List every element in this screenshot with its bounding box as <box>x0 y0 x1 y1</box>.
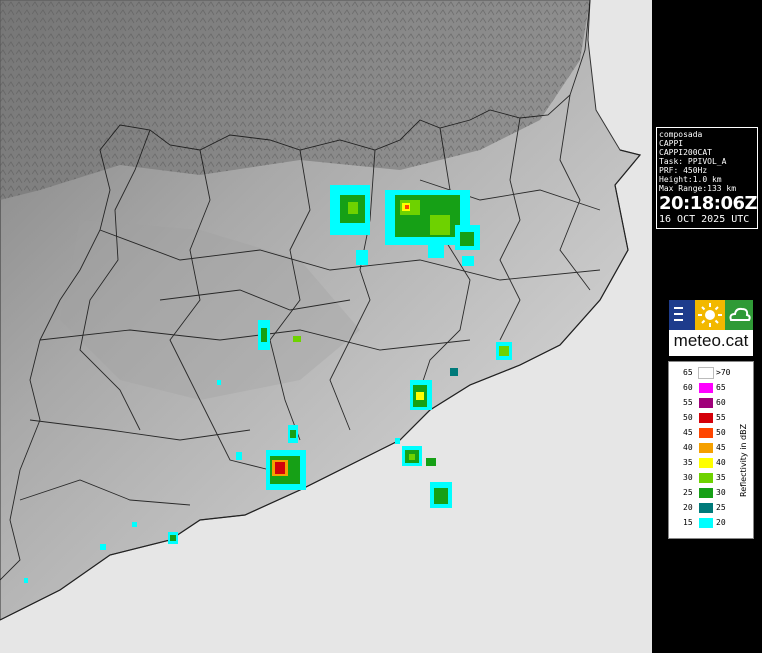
legend-high-label: 30 <box>716 488 726 497</box>
radar-map[interactable] <box>0 0 652 653</box>
info-line-task: Task: PPIVOL_A <box>659 157 727 166</box>
legend-high-label: 45 <box>716 443 726 452</box>
legend-swatch <box>698 367 714 379</box>
legend-low-label: 35 <box>683 458 693 467</box>
legend-low-label: 60 <box>683 383 693 392</box>
legend-high-label: 20 <box>716 518 726 527</box>
legend-swatch <box>699 473 713 483</box>
legend-low-label: 15 <box>683 518 693 527</box>
legend-swatch <box>699 413 713 423</box>
info-line-name: CAPPI200CAT <box>659 148 712 157</box>
legend-swatch <box>699 383 713 393</box>
legend-swatch <box>699 458 713 468</box>
sun-icon <box>695 300 725 330</box>
cloud-icon <box>725 300 753 330</box>
map-canvas <box>0 0 642 621</box>
radar-date: 16 OCT 2025 UTC <box>659 214 750 225</box>
radar-time: 20:18:06Z <box>659 193 758 214</box>
logo-text: meteo.cat <box>673 331 749 350</box>
reflectivity-legend: 65 >70 60 65 55 60 50 55 45 50 40 45 35 40 30 35 25 30 20 2… <box>668 361 754 539</box>
legend-low-label: 20 <box>683 503 693 512</box>
info-sidebar: composada CAPPI CAPPI200CAT Task: PPIVOL… <box>652 0 762 653</box>
legend-low-label: 40 <box>683 443 693 452</box>
legend-high-label: 35 <box>716 473 726 482</box>
info-line-height: Height:1.0 km <box>659 175 722 184</box>
legend-title: Reflectivity in dBZ <box>739 423 748 497</box>
legend-swatch <box>699 503 713 513</box>
legend-low-label: 50 <box>683 413 693 422</box>
info-line-prf: PRF: 450Hz <box>659 166 708 175</box>
legend-low-label: 65 <box>683 368 693 377</box>
legend-high-label: 65 <box>716 383 726 392</box>
radar-info-box: composada CAPPI CAPPI200CAT Task: PPIVOL… <box>656 127 758 229</box>
legend-swatch <box>699 518 713 528</box>
legend-low-label: 25 <box>683 488 693 497</box>
legend-high-label: 50 <box>716 428 726 437</box>
info-line-product: composada <box>659 130 703 139</box>
legend-swatch <box>699 398 713 408</box>
legend-low-label: 55 <box>683 398 693 407</box>
legend-low-label: 45 <box>683 428 693 437</box>
legend-high-label: 55 <box>716 413 726 422</box>
legend-high-label: 60 <box>716 398 726 407</box>
info-line-range: Max Range:133 km <box>659 184 737 193</box>
info-line-type: CAPPI <box>659 139 684 148</box>
legend-high-label: >70 <box>716 368 731 377</box>
legend-high-label: 25 <box>716 503 726 512</box>
legend-swatch <box>699 443 713 453</box>
legend-low-label: 30 <box>683 473 693 482</box>
legend-swatch <box>699 488 713 498</box>
legend-swatch <box>699 428 713 438</box>
legend-high-label: 40 <box>716 458 726 467</box>
lines-icon <box>669 300 695 330</box>
meteocat-logo[interactable]: meteo.cat <box>669 300 753 356</box>
